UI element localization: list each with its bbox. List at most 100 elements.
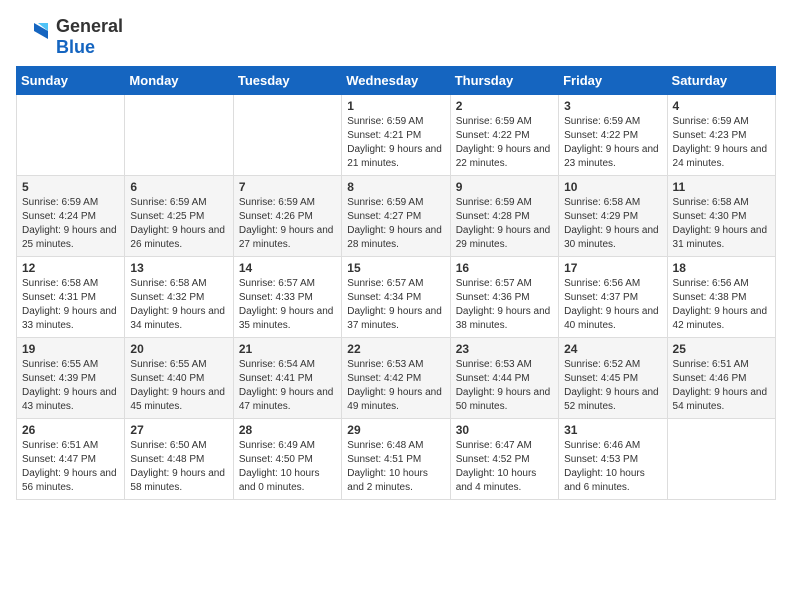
day-number: 19: [22, 342, 119, 356]
day-info: Sunrise: 6:57 AM Sunset: 4:33 PM Dayligh…: [239, 277, 336, 333]
day-info: Sunrise: 6:59 AM Sunset: 4:22 PM Dayligh…: [456, 115, 553, 171]
day-number: 25: [673, 342, 770, 356]
day-info: Sunrise: 6:59 AM Sunset: 4:25 PM Dayligh…: [130, 196, 227, 252]
day-info: Sunrise: 6:46 AM Sunset: 4:53 PM Dayligh…: [564, 439, 661, 495]
day-info: Sunrise: 6:50 AM Sunset: 4:48 PM Dayligh…: [130, 439, 227, 495]
week-row-3: 12 Sunrise: 6:58 AM Sunset: 4:31 PM Dayli…: [17, 257, 776, 338]
day-cell: 2 Sunrise: 6:59 AM Sunset: 4:22 PM Daylig…: [450, 95, 558, 176]
day-number: 30: [456, 423, 553, 437]
day-number: 20: [130, 342, 227, 356]
day-cell: 15 Sunrise: 6:57 AM Sunset: 4:34 PM Dayli…: [342, 257, 450, 338]
day-info: Sunrise: 6:55 AM Sunset: 4:39 PM Dayligh…: [22, 358, 119, 414]
weekday-header-row: SundayMondayTuesdayWednesdayThursdayFrid…: [17, 67, 776, 95]
day-cell: 30Sunrise: 6:47 AM Sunset: 4:52 PM Dayli…: [450, 419, 558, 500]
day-number: 7: [239, 180, 336, 194]
day-info: Sunrise: 6:59 AM Sunset: 4:24 PM Dayligh…: [22, 196, 119, 252]
day-number: 22: [347, 342, 444, 356]
day-cell: 26 Sunrise: 6:51 AM Sunset: 4:47 PM Dayli…: [17, 419, 125, 500]
day-info: Sunrise: 6:59 AM Sunset: 4:23 PM Dayligh…: [673, 115, 770, 171]
day-info: Sunrise: 6:51 AM Sunset: 4:47 PM Dayligh…: [22, 439, 119, 495]
day-info: Sunrise: 6:48 AM Sunset: 4:51 PM Dayligh…: [347, 439, 444, 495]
day-number: 29: [347, 423, 444, 437]
day-cell: 29 Sunrise: 6:48 AM Sunset: 4:51 PM Dayli…: [342, 419, 450, 500]
day-cell: 8 Sunrise: 6:59 AM Sunset: 4:27 PM Daylig…: [342, 176, 450, 257]
day-cell: [17, 95, 125, 176]
logo-blue: Blue: [56, 37, 95, 57]
day-info: Sunrise: 6:56 AM Sunset: 4:38 PM Dayligh…: [673, 277, 770, 333]
logo: General Blue: [16, 16, 123, 58]
day-cell: 12 Sunrise: 6:58 AM Sunset: 4:31 PM Dayli…: [17, 257, 125, 338]
day-cell: 14Sunrise: 6:57 AM Sunset: 4:33 PM Dayli…: [233, 257, 341, 338]
day-number: 27: [130, 423, 227, 437]
day-info: Sunrise: 6:59 AM Sunset: 4:26 PM Dayligh…: [239, 196, 336, 252]
day-info: Sunrise: 6:54 AM Sunset: 4:41 PM Dayligh…: [239, 358, 336, 414]
day-number: 16: [456, 261, 553, 275]
day-number: 31: [564, 423, 661, 437]
day-number: 11: [673, 180, 770, 194]
day-number: 12: [22, 261, 119, 275]
weekday-header-sunday: Sunday: [17, 67, 125, 95]
week-row-1: 1Sunrise: 6:59 AM Sunset: 4:21 PM Daylig…: [17, 95, 776, 176]
day-number: 24: [564, 342, 661, 356]
calendar-table: SundayMondayTuesdayWednesdayThursdayFrid…: [16, 66, 776, 500]
day-cell: [233, 95, 341, 176]
logo-icon: [16, 19, 52, 55]
page-header: General Blue: [16, 16, 776, 58]
day-cell: 19 Sunrise: 6:55 AM Sunset: 4:39 PM Dayli…: [17, 338, 125, 419]
day-cell: 11 Sunrise: 6:58 AM Sunset: 4:30 PM Dayli…: [667, 176, 775, 257]
day-number: 28: [239, 423, 336, 437]
day-number: 3: [564, 99, 661, 113]
day-cell: 28 Sunrise: 6:49 AM Sunset: 4:50 PM Dayli…: [233, 419, 341, 500]
week-row-5: 26 Sunrise: 6:51 AM Sunset: 4:47 PM Dayli…: [17, 419, 776, 500]
day-cell: 9 Sunrise: 6:59 AM Sunset: 4:28 PM Daylig…: [450, 176, 558, 257]
day-number: 23: [456, 342, 553, 356]
day-cell: [667, 419, 775, 500]
day-number: 18: [673, 261, 770, 275]
weekday-header-friday: Friday: [559, 67, 667, 95]
day-number: 15: [347, 261, 444, 275]
day-cell: 21Sunrise: 6:54 AM Sunset: 4:41 PM Dayli…: [233, 338, 341, 419]
day-cell: 16 Sunrise: 6:57 AM Sunset: 4:36 PM Dayli…: [450, 257, 558, 338]
day-info: Sunrise: 6:55 AM Sunset: 4:40 PM Dayligh…: [130, 358, 227, 414]
day-info: Sunrise: 6:52 AM Sunset: 4:45 PM Dayligh…: [564, 358, 661, 414]
day-info: Sunrise: 6:58 AM Sunset: 4:30 PM Dayligh…: [673, 196, 770, 252]
day-number: 17: [564, 261, 661, 275]
weekday-header-wednesday: Wednesday: [342, 67, 450, 95]
day-number: 2: [456, 99, 553, 113]
day-cell: 13Sunrise: 6:58 AM Sunset: 4:32 PM Dayli…: [125, 257, 233, 338]
logo-general: General: [56, 16, 123, 36]
day-number: 4: [673, 99, 770, 113]
day-number: 13: [130, 261, 227, 275]
day-cell: 4 Sunrise: 6:59 AM Sunset: 4:23 PM Daylig…: [667, 95, 775, 176]
day-info: Sunrise: 6:56 AM Sunset: 4:37 PM Dayligh…: [564, 277, 661, 333]
day-number: 26: [22, 423, 119, 437]
weekday-header-monday: Monday: [125, 67, 233, 95]
day-cell: 23 Sunrise: 6:53 AM Sunset: 4:44 PM Dayli…: [450, 338, 558, 419]
day-info: Sunrise: 6:59 AM Sunset: 4:22 PM Dayligh…: [564, 115, 661, 171]
day-info: Sunrise: 6:59 AM Sunset: 4:27 PM Dayligh…: [347, 196, 444, 252]
day-number: 8: [347, 180, 444, 194]
day-cell: 18 Sunrise: 6:56 AM Sunset: 4:38 PM Dayli…: [667, 257, 775, 338]
week-row-2: 5Sunrise: 6:59 AM Sunset: 4:24 PM Daylig…: [17, 176, 776, 257]
day-info: Sunrise: 6:53 AM Sunset: 4:42 PM Dayligh…: [347, 358, 444, 414]
day-number: 6: [130, 180, 227, 194]
day-cell: 6 Sunrise: 6:59 AM Sunset: 4:25 PM Daylig…: [125, 176, 233, 257]
week-row-4: 19 Sunrise: 6:55 AM Sunset: 4:39 PM Dayli…: [17, 338, 776, 419]
day-cell: 22 Sunrise: 6:53 AM Sunset: 4:42 PM Dayli…: [342, 338, 450, 419]
day-number: 1: [347, 99, 444, 113]
day-cell: 3 Sunrise: 6:59 AM Sunset: 4:22 PM Daylig…: [559, 95, 667, 176]
day-number: 9: [456, 180, 553, 194]
weekday-header-thursday: Thursday: [450, 67, 558, 95]
day-info: Sunrise: 6:58 AM Sunset: 4:31 PM Dayligh…: [22, 277, 119, 333]
day-cell: 20 Sunrise: 6:55 AM Sunset: 4:40 PM Dayli…: [125, 338, 233, 419]
day-info: Sunrise: 6:59 AM Sunset: 4:28 PM Dayligh…: [456, 196, 553, 252]
day-cell: 5Sunrise: 6:59 AM Sunset: 4:24 PM Daylig…: [17, 176, 125, 257]
day-info: Sunrise: 6:53 AM Sunset: 4:44 PM Dayligh…: [456, 358, 553, 414]
day-info: Sunrise: 6:57 AM Sunset: 4:34 PM Dayligh…: [347, 277, 444, 333]
day-info: Sunrise: 6:57 AM Sunset: 4:36 PM Dayligh…: [456, 277, 553, 333]
day-cell: 25 Sunrise: 6:51 AM Sunset: 4:46 PM Dayli…: [667, 338, 775, 419]
weekday-header-saturday: Saturday: [667, 67, 775, 95]
day-info: Sunrise: 6:58 AM Sunset: 4:29 PM Dayligh…: [564, 196, 661, 252]
day-info: Sunrise: 6:49 AM Sunset: 4:50 PM Dayligh…: [239, 439, 336, 495]
day-info: Sunrise: 6:51 AM Sunset: 4:46 PM Dayligh…: [673, 358, 770, 414]
